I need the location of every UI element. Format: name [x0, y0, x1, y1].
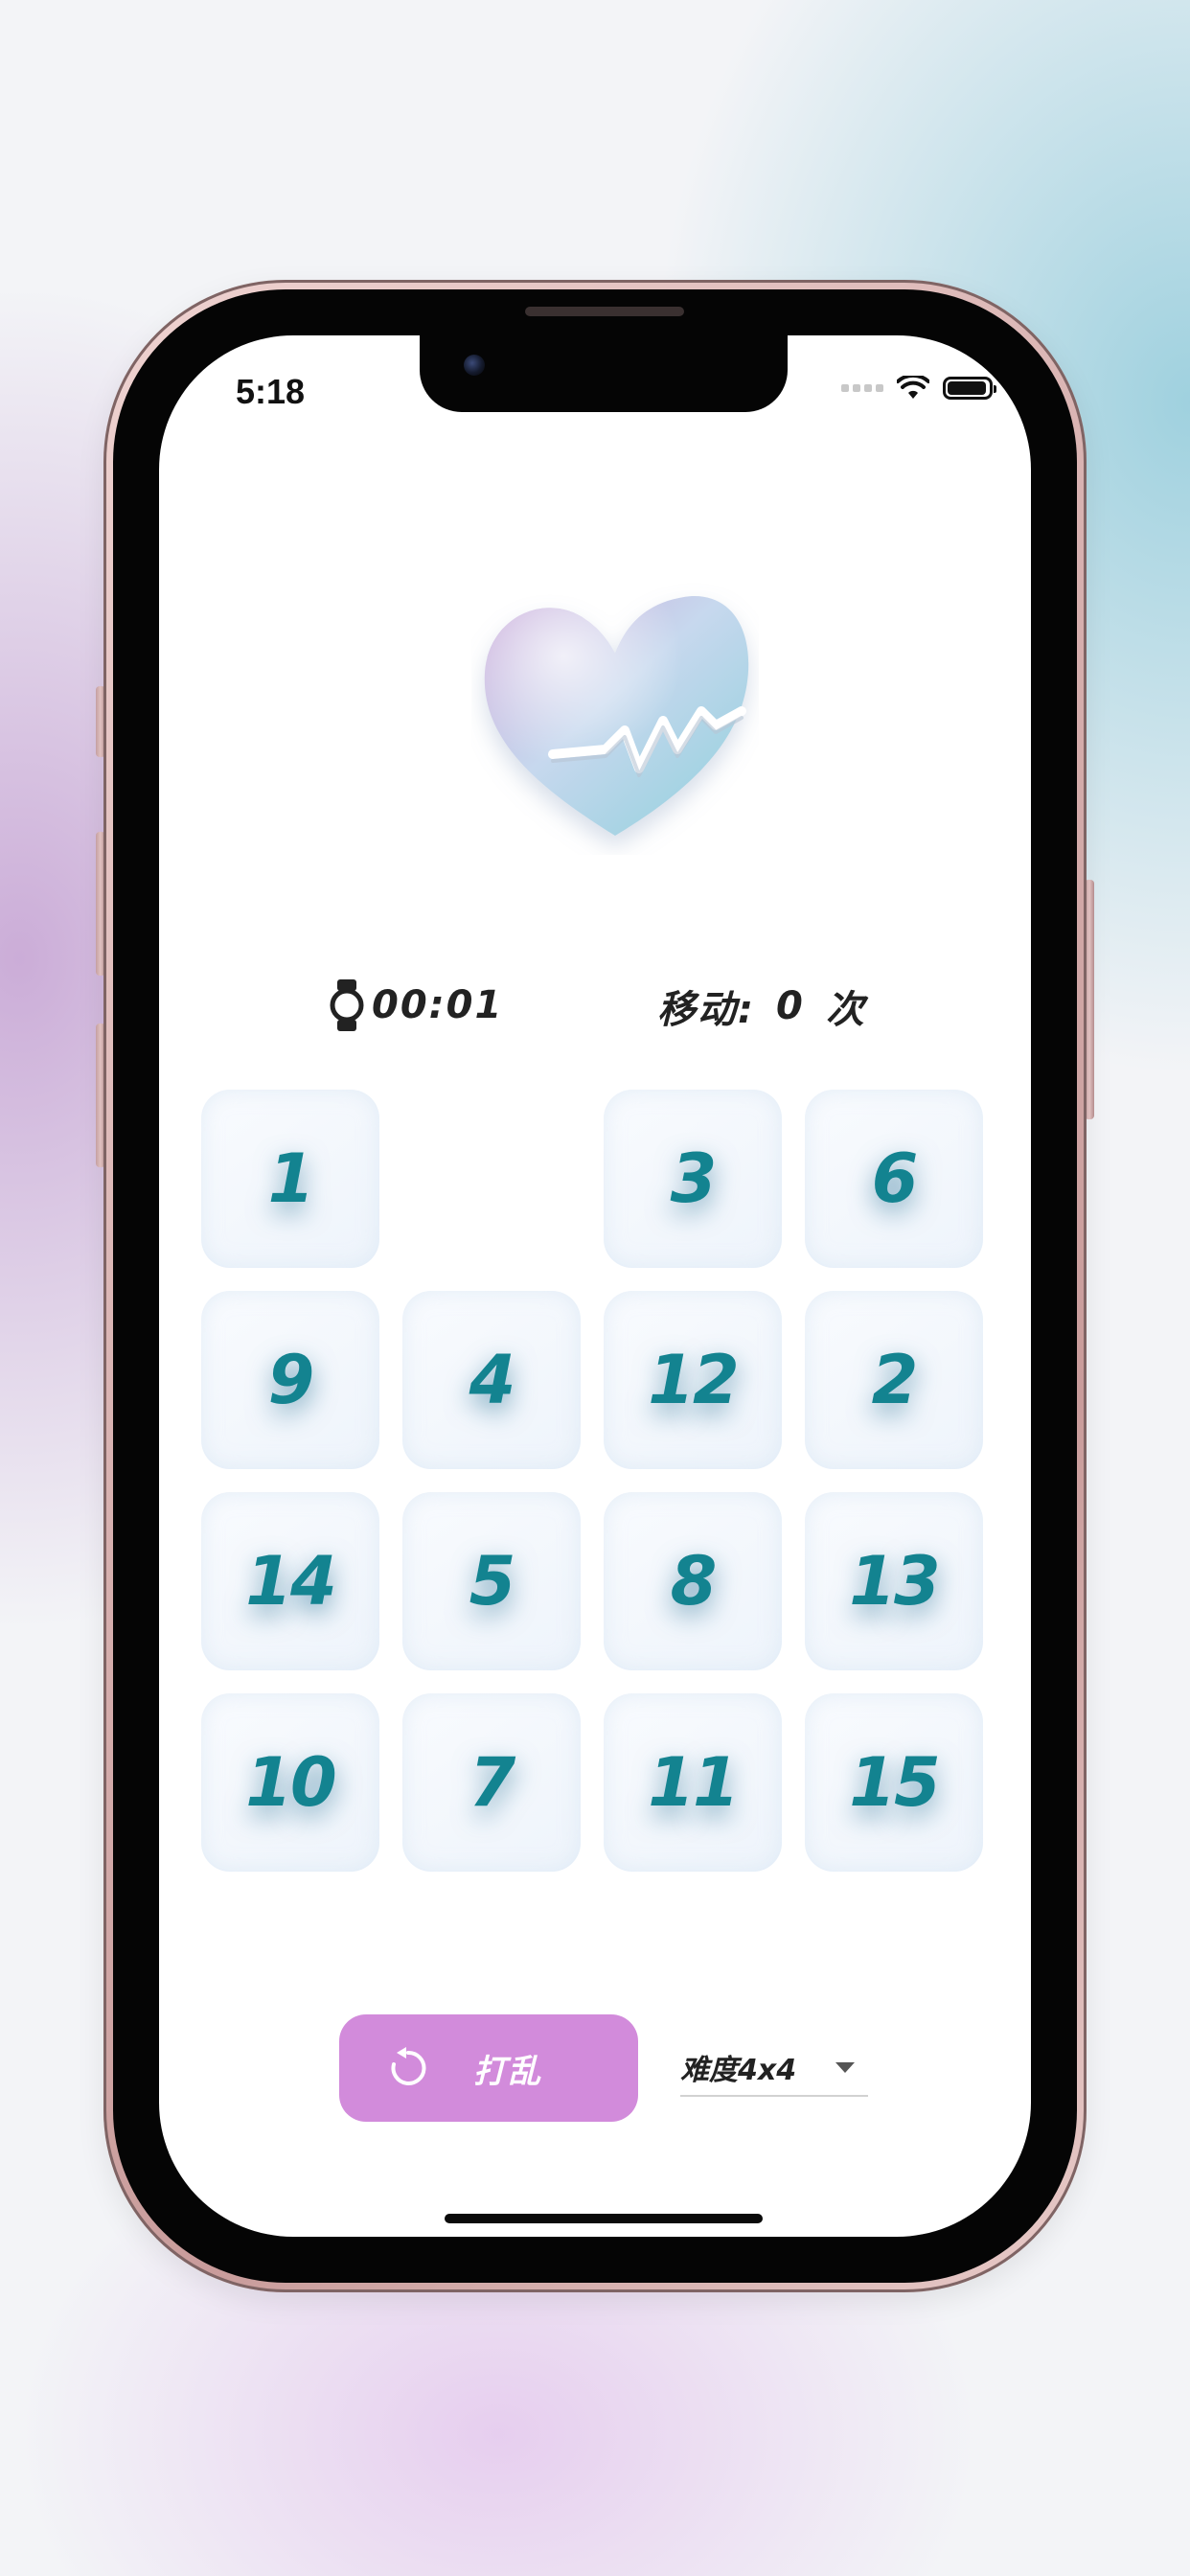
moves-count: 0: [776, 984, 805, 1028]
battery-icon: [943, 377, 996, 400]
puzzle-tile[interactable]: 14: [201, 1492, 379, 1670]
phone-bezel: 5:18 00:01 移动: 0 次 1 3 6 9 4 12 2 14 5 8…: [113, 289, 1077, 2283]
puzzle-tile[interactable]: 13: [805, 1492, 983, 1670]
phone-frame: 5:18 00:01 移动: 0 次 1 3 6 9 4 12 2 14 5 8…: [103, 280, 1087, 2292]
home-indicator[interactable]: [445, 2214, 763, 2223]
puzzle-tile[interactable]: 12: [604, 1291, 782, 1469]
puzzle-tile[interactable]: 9: [201, 1291, 379, 1469]
controls-row: 打乱 难度4x4: [159, 2014, 1031, 2129]
puzzle-board: 1 3 6 9 4 12 2 14 5 8 13 10 7 11 15: [201, 1090, 989, 1877]
puzzle-tile[interactable]: 5: [402, 1492, 581, 1670]
app-screen: 5:18 00:01 移动: 0 次 1 3 6 9 4 12 2 14 5 8…: [159, 335, 1031, 2237]
moves-label: 移动:: [657, 988, 755, 1032]
move-counter: 移动: 0 次: [657, 978, 866, 1035]
shuffle-label: 打乱: [473, 2052, 542, 2091]
battery-level: [948, 381, 986, 395]
refresh-icon: [391, 2047, 426, 2085]
puzzle-tile[interactable]: 11: [604, 1693, 782, 1872]
timer-value: 00:01: [372, 983, 504, 1027]
chevron-down-icon: [835, 2061, 855, 2073]
puzzle-tile[interactable]: 8: [604, 1492, 782, 1670]
notch: [420, 335, 788, 412]
empty-slot: [402, 1090, 581, 1268]
stats-row: 00:01 移动: 0 次: [159, 978, 1031, 1045]
puzzle-tile[interactable]: 3: [604, 1090, 782, 1268]
earpiece-speaker: [525, 307, 684, 316]
difficulty-label: 难度4x4: [680, 2054, 797, 2087]
puzzle-tile[interactable]: 1: [201, 1090, 379, 1268]
moves-unit: 次: [825, 988, 866, 1032]
puzzle-tile[interactable]: 15: [805, 1693, 983, 1872]
watch-icon: [330, 979, 364, 1031]
front-camera-icon: [464, 355, 485, 376]
timer: 00:01: [330, 978, 503, 1033]
difficulty-select[interactable]: 难度4x4: [680, 2039, 868, 2097]
puzzle-tile[interactable]: 2: [805, 1291, 983, 1469]
puzzle-tile[interactable]: 7: [402, 1693, 581, 1872]
wifi-icon: [897, 376, 929, 399]
puzzle-tile[interactable]: 6: [805, 1090, 983, 1268]
cellular-signal-icon: [841, 384, 883, 392]
heart-logo-icon: [471, 577, 759, 855]
status-icons: [841, 376, 996, 401]
shuffle-button[interactable]: 打乱: [339, 2014, 638, 2122]
puzzle-tile[interactable]: 10: [201, 1693, 379, 1872]
status-time: 5:18: [236, 372, 306, 411]
puzzle-tile[interactable]: 4: [402, 1291, 581, 1469]
